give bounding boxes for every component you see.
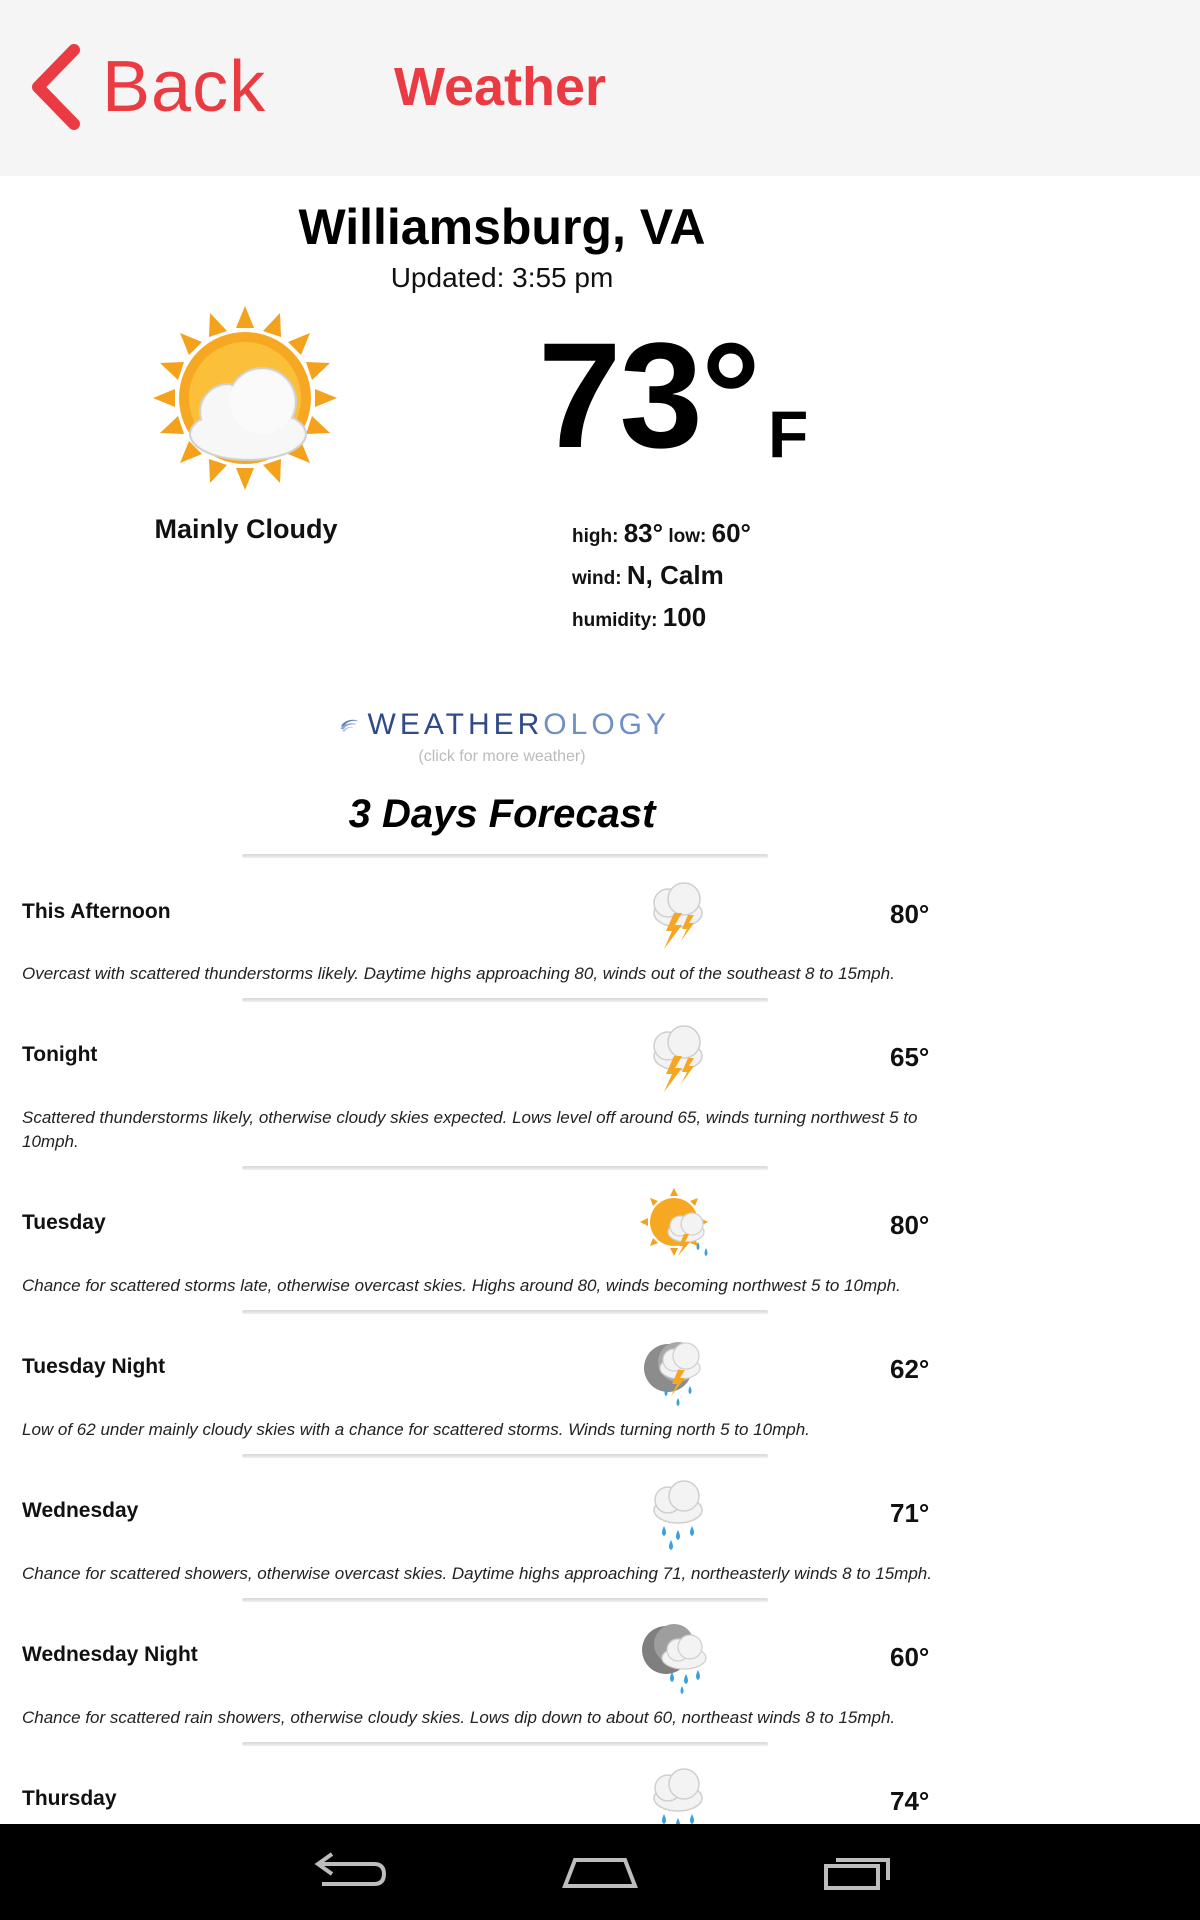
page-title: Weather [393, 57, 607, 117]
period-name: Wednesday [22, 1499, 139, 1522]
divider [242, 1166, 768, 1170]
nav-recents-icon[interactable] [812, 1842, 902, 1902]
period-temp: 74° [890, 1786, 930, 1816]
system-nav-bar [0, 1824, 1200, 1920]
moon-rain-icon [642, 1624, 707, 1694]
divider [242, 998, 768, 1002]
nav-back-icon[interactable] [300, 1842, 390, 1902]
high-low: high: 83° low: 60° [572, 518, 751, 549]
partly-cloudy-icon [153, 306, 337, 490]
divider [242, 854, 768, 858]
moon-storm-icon [644, 1342, 701, 1406]
logo-text: WEATHEROLOGY [367, 708, 670, 741]
humidity: humidity: 100 [572, 602, 706, 633]
period-name: Tonight [22, 1043, 98, 1066]
period-temp: 71° [890, 1498, 930, 1528]
humidity-value: 100 [662, 602, 707, 632]
sun-storm-icon [640, 1188, 708, 1256]
period-name: Tuesday [22, 1211, 106, 1234]
more-weather-link[interactable]: (click for more weather) [0, 748, 1004, 766]
wind-label: wind: [572, 568, 622, 589]
period-temp: 60° [890, 1642, 930, 1672]
period-name: Thursday [22, 1787, 117, 1810]
top-bar: Back Weather [0, 0, 1200, 176]
high-label: high: [572, 526, 619, 547]
city-name: Williamsburg, VA [298, 199, 706, 255]
current-temperature: 73° [538, 311, 761, 479]
period-description: Chance for scattered storms late, otherw… [22, 1276, 901, 1295]
high-value: 83° [623, 518, 664, 548]
low-label: low: [668, 526, 707, 547]
thunderstorm-icon [653, 1025, 703, 1092]
period-description: Chance for scattered showers, otherwise … [22, 1564, 932, 1583]
updated-time: Updated: 3:55 pm [390, 262, 614, 293]
period-temp: 62° [890, 1354, 930, 1384]
period-temp: 80° [890, 1210, 930, 1240]
period-name: Wednesday Night [22, 1643, 198, 1666]
divider [242, 1598, 768, 1602]
period-description: Chance for scattered rain showers, other… [22, 1708, 896, 1727]
swirl-logo-icon [340, 719, 359, 732]
period-temp: 80° [890, 899, 930, 929]
nav-home-icon[interactable] [555, 1842, 645, 1902]
weatherology-logo[interactable]: WEATHEROLOGY [340, 698, 670, 752]
period-name: Tuesday Night [22, 1355, 166, 1378]
condition-text: Mainly Cloudy [154, 514, 338, 544]
period-description: Low of 62 under mainly cloudy skies with… [22, 1420, 810, 1439]
period-description: Overcast with scattered thunderstorms li… [22, 964, 895, 983]
period-name: This Afternoon [22, 900, 171, 923]
wind-value: N, Calm [626, 560, 724, 590]
showers-icon [653, 1480, 703, 1550]
humidity-label: humidity: [572, 610, 658, 631]
period-temp: 65° [890, 1042, 930, 1072]
temperature-unit: F [768, 397, 809, 471]
divider [242, 1454, 768, 1458]
divider [242, 1742, 768, 1746]
forecast-title: 3 Days Forecast [348, 792, 656, 836]
period-description: Scattered thunderstorms likely, otherwis… [22, 1108, 918, 1151]
divider [242, 1310, 768, 1314]
low-value: 60° [711, 518, 751, 548]
thunderstorm-icon [653, 882, 703, 949]
wind: wind: N, Calm [572, 560, 724, 591]
